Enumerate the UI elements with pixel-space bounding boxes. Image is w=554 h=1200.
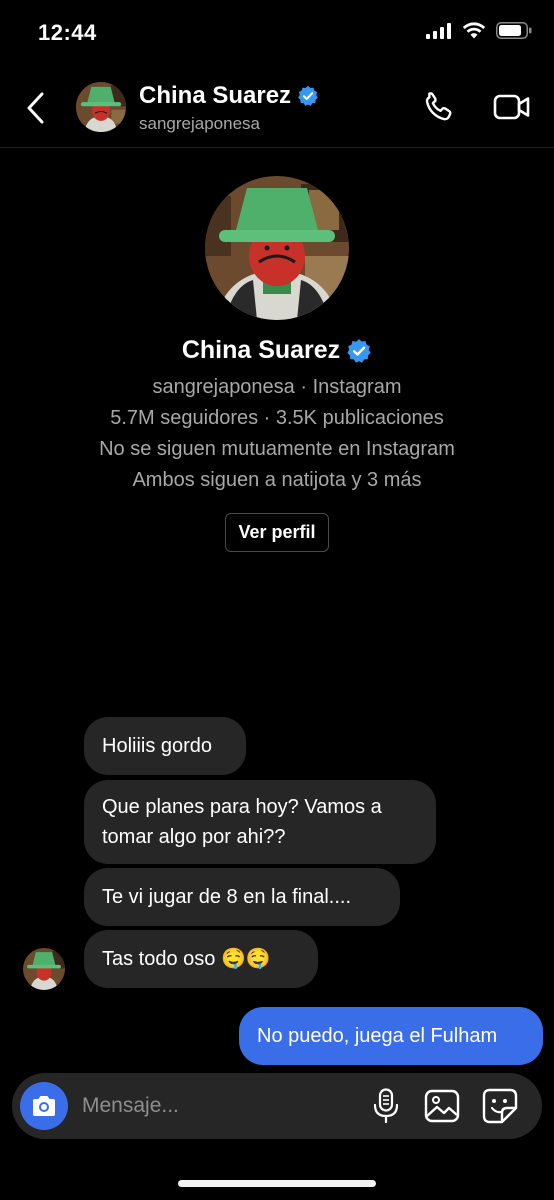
microphone-icon	[373, 1088, 399, 1124]
verified-badge-icon	[347, 338, 371, 363]
message-composer	[12, 1073, 542, 1139]
camera-button[interactable]	[20, 1082, 68, 1130]
profile-source-line: sangrejaponesa · Instagram	[152, 376, 402, 398]
profile-stats-line: 5.7M seguidores · 3.5K publicaciones	[110, 407, 444, 429]
message-bubble-incoming[interactable]: Te vi jugar de 8 en la final....	[84, 868, 400, 926]
video-call-button[interactable]	[490, 86, 534, 128]
message-text: Te vi jugar de 8 en la final....	[102, 886, 352, 908]
profile-card: China Suarez sangrejaponesa · Instagram …	[0, 176, 554, 552]
message-text: Holiiis gordo	[102, 735, 213, 757]
avatar-image	[76, 82, 126, 132]
message-bubble-incoming[interactable]: Holiiis gordo	[84, 717, 246, 775]
message-text: Que planes para hoy? Vamos a tomar algo …	[102, 796, 382, 848]
back-button[interactable]	[20, 88, 52, 128]
cellular-signal-icon	[426, 22, 451, 39]
status-bar: 12:44	[0, 0, 554, 68]
avatar-image	[23, 948, 65, 990]
sticker-button[interactable]	[480, 1087, 520, 1125]
microphone-button[interactable]	[368, 1087, 404, 1125]
message-bubble-incoming[interactable]: Tas todo oso 🤤🤤	[84, 930, 318, 988]
profile-avatar[interactable]	[205, 176, 349, 320]
video-camera-icon	[493, 94, 530, 120]
profile-follow-status: No se siguen mutuamente en Instagram	[99, 438, 455, 460]
message-bubble-incoming[interactable]: Que planes para hoy? Vamos a tomar algo …	[84, 780, 436, 864]
sender-avatar[interactable]	[23, 948, 65, 990]
sticker-icon	[482, 1088, 518, 1124]
message-bubble-outgoing[interactable]: No puedo, juega el Fulham	[239, 1007, 543, 1065]
image-icon	[424, 1089, 460, 1123]
contact-name: China Suarez	[139, 82, 292, 109]
status-icons	[426, 22, 532, 39]
gallery-button[interactable]	[422, 1087, 462, 1125]
chevron-left-icon	[27, 92, 44, 124]
header-name-row[interactable]: China Suarez	[139, 82, 319, 110]
contact-username[interactable]: sangrejaponesa	[139, 114, 260, 134]
profile-name-row: China Suarez	[0, 336, 554, 365]
header-avatar[interactable]	[76, 82, 126, 132]
home-indicator[interactable]	[178, 1180, 376, 1187]
call-button[interactable]	[418, 86, 460, 128]
message-text: Tas todo oso 🤤🤤	[102, 948, 271, 970]
message-input[interactable]	[82, 1091, 332, 1121]
view-profile-button[interactable]: Ver perfil	[225, 513, 329, 552]
battery-icon	[496, 22, 532, 39]
status-time: 12:44	[38, 20, 97, 45]
verified-badge-icon	[298, 85, 318, 106]
camera-icon	[33, 1096, 55, 1116]
wifi-icon	[462, 22, 486, 39]
profile-name: China Suarez	[181, 336, 341, 364]
chat-header: China Suarez sangrejaponesa	[0, 68, 554, 148]
profile-mutual-line: Ambos siguen a natijota y 3 más	[132, 469, 422, 491]
avatar-image	[205, 176, 349, 320]
message-text: No puedo, juega el Fulham	[257, 1025, 498, 1047]
phone-icon	[425, 92, 452, 121]
